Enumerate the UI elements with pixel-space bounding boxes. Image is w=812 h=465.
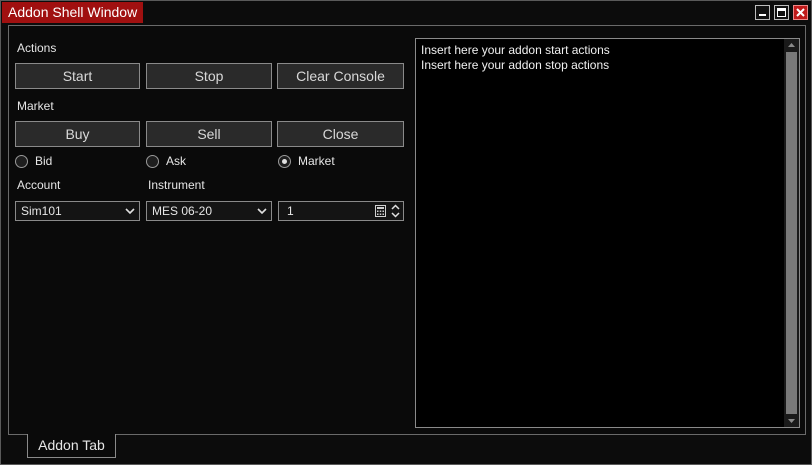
console-line: Insert here your addon start actions	[421, 43, 610, 57]
minimize-button[interactable]	[755, 5, 770, 20]
addon-shell-window: Addon Shell Window Actions Start Stop Cl…	[0, 0, 812, 465]
title-bar[interactable]: Addon Shell Window	[1, 1, 811, 23]
instrument-label: Instrument	[148, 178, 205, 192]
maximize-button[interactable]	[774, 5, 789, 20]
close-position-button[interactable]: Close	[277, 121, 404, 147]
ask-radio-circle[interactable]	[146, 154, 159, 168]
ask-radio[interactable]: Ask	[146, 153, 186, 169]
maximize-icon	[777, 8, 786, 17]
output-console[interactable]: Insert here your addon start actions Ins…	[415, 38, 800, 428]
market-radio[interactable]: Market	[278, 153, 335, 169]
account-select-value: Sim101	[21, 204, 62, 218]
account-select[interactable]: Sim101	[15, 201, 140, 221]
minimize-icon	[759, 14, 766, 16]
start-button[interactable]: Start	[15, 63, 140, 89]
window-title: Addon Shell Window	[2, 2, 144, 23]
console-scrollbar[interactable]	[784, 39, 799, 427]
quantity-value: 1	[287, 204, 294, 218]
sell-button[interactable]: Sell	[146, 121, 272, 147]
instrument-select[interactable]: MES 06-20	[146, 201, 272, 221]
console-lines: Insert here your addon start actions Ins…	[421, 43, 610, 73]
scroll-down-button[interactable]	[784, 415, 799, 427]
account-label: Account	[17, 178, 61, 192]
buy-button[interactable]: Buy	[15, 121, 140, 147]
ask-radio-label: Ask	[166, 154, 187, 168]
actions-header: Actions	[17, 41, 57, 55]
instrument-select-value: MES 06-20	[152, 204, 213, 218]
scroll-up-button[interactable]	[784, 39, 799, 51]
spinner-arrows-icon[interactable]	[391, 203, 400, 219]
clear-console-button[interactable]: Clear Console	[277, 63, 404, 89]
market-header: Market	[17, 99, 54, 113]
bid-radio[interactable]: Bid	[15, 153, 52, 169]
console-line: Insert here your addon stop actions	[421, 58, 610, 72]
chevron-down-icon	[125, 208, 135, 215]
scroll-up-icon	[788, 43, 795, 47]
chevron-down-icon	[257, 208, 267, 215]
stop-button[interactable]: Stop	[146, 63, 272, 89]
close-icon	[796, 8, 805, 17]
market-radio-label: Market	[298, 154, 335, 168]
market-radio-circle[interactable]	[278, 154, 291, 168]
bid-radio-circle[interactable]	[15, 154, 28, 168]
scrollbar-thumb[interactable]	[786, 52, 797, 414]
calculator-icon[interactable]	[375, 205, 386, 217]
bid-radio-label: Bid	[35, 154, 53, 168]
scroll-down-icon	[788, 419, 795, 423]
tab-addon[interactable]: Addon Tab	[27, 434, 116, 458]
close-button[interactable]	[793, 5, 808, 20]
addon-tab-content: Actions Start Stop Clear Console Market …	[8, 25, 806, 435]
quantity-stepper[interactable]: 1	[278, 201, 404, 221]
